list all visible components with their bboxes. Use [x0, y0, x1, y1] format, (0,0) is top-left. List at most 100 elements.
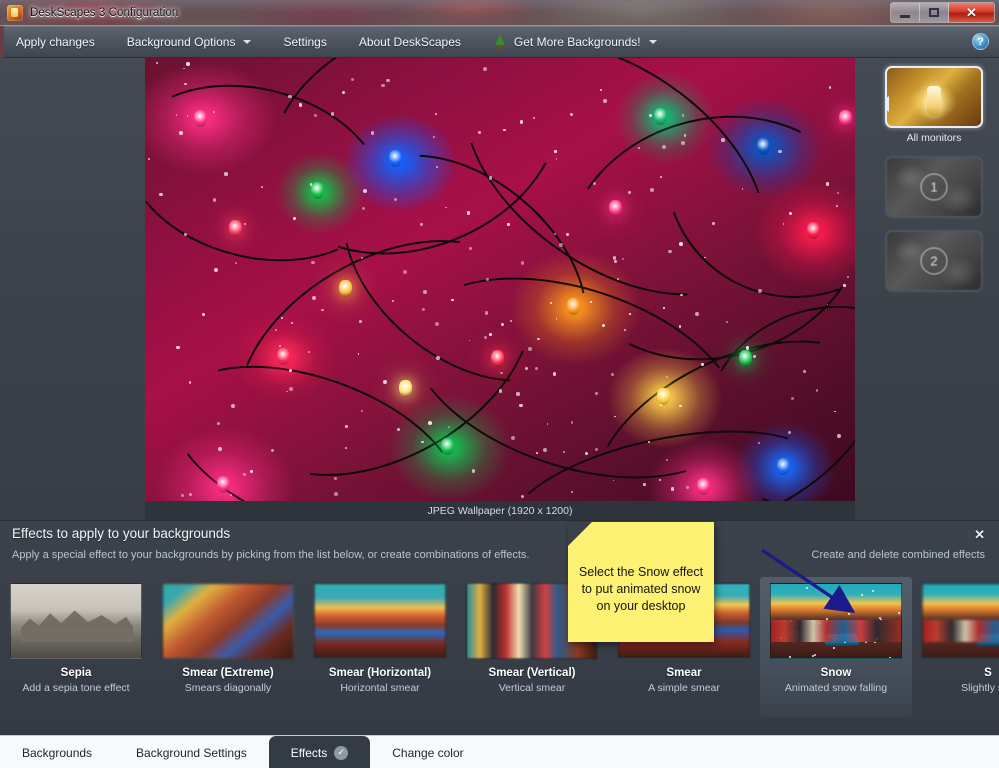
- tab-effects[interactable]: Effects ✓: [269, 736, 370, 768]
- snow-particle: [361, 257, 363, 259]
- snow-particle: [423, 290, 427, 294]
- snow-particle: [422, 308, 425, 311]
- christmas-light-bulb: [739, 350, 752, 367]
- snow-particle: [874, 641, 876, 643]
- monitor-thumb-1[interactable]: 1: [885, 156, 983, 218]
- snow-particle: [778, 150, 782, 154]
- christmas-light-bulb: [567, 298, 580, 315]
- effect-thumbnail: [10, 583, 142, 659]
- snow-particle: [156, 62, 158, 64]
- christmas-light-bulb: [757, 138, 770, 155]
- effect-thumbnail: [162, 583, 294, 659]
- snow-particle: [889, 657, 891, 659]
- tab-background-settings[interactable]: Background Settings: [114, 736, 269, 768]
- snow-particle: [595, 392, 598, 395]
- snow-particle: [183, 68, 185, 70]
- preview-area: JPEG Wallpaper (1920 x 1200) All monitor…: [0, 58, 999, 520]
- effect-description: Horizontal smear: [304, 682, 456, 694]
- menu-background-options[interactable]: Background Options: [111, 26, 268, 57]
- snow-particle: [484, 336, 487, 339]
- monitor-thumb-2[interactable]: 2: [885, 230, 983, 292]
- tab-label: Backgrounds: [22, 746, 92, 760]
- snow-particle: [261, 186, 263, 188]
- snow-particle: [758, 289, 762, 293]
- effect-description: Smears diagonally: [152, 682, 304, 694]
- menu-bar: Apply changes Background Options Setting…: [0, 26, 999, 58]
- snow-particle: [345, 425, 347, 427]
- menu-about-deskscapes-label: About DeskScapes: [359, 35, 461, 49]
- snow-particle: [176, 114, 178, 116]
- snow-particle: [281, 317, 283, 319]
- menu-settings[interactable]: Settings: [267, 26, 342, 57]
- snow-particle: [420, 223, 422, 225]
- monitor-all-label: All monitors: [878, 132, 990, 144]
- christmas-light-bulb: [194, 110, 207, 127]
- snow-particle: [547, 423, 549, 425]
- christmas-light-bulb: [311, 182, 324, 199]
- christmas-light-bulb: [839, 110, 852, 127]
- christmas-light-bulb: [229, 220, 242, 237]
- snow-particle: [478, 131, 481, 134]
- snow-particle: [826, 182, 829, 185]
- snow-particle: [684, 134, 687, 137]
- snow-particle: [244, 223, 246, 225]
- effect-card-s[interactable]: S Slightly soft: [912, 577, 999, 717]
- christmas-light-bulb: [777, 458, 790, 475]
- chevron-down-icon: [243, 40, 251, 44]
- tab-change-color[interactable]: Change color: [370, 736, 485, 768]
- snow-particle: [321, 309, 323, 311]
- effect-card-smear-extreme[interactable]: Smear (Extreme) Smears diagonally: [152, 577, 304, 717]
- close-button[interactable]: ✕: [949, 3, 994, 22]
- minimize-button[interactable]: [891, 3, 920, 22]
- tab-backgrounds[interactable]: Backgrounds: [0, 736, 114, 768]
- snow-particle: [176, 346, 179, 349]
- effects-panel-title: Effects to apply to your backgrounds: [12, 526, 230, 541]
- snow-particle: [489, 176, 492, 179]
- effect-card-sepia[interactable]: Sepia Add a sepia tone effect: [0, 577, 152, 717]
- snow-particle: [829, 86, 831, 88]
- snow-particle: [288, 95, 291, 98]
- menu-apply-changes[interactable]: Apply changes: [0, 26, 111, 57]
- snow-particle: [679, 242, 683, 246]
- snow-particle: [666, 376, 668, 378]
- effect-card-smear-horizontal[interactable]: Smear (Horizontal) Horizontal smear: [304, 577, 456, 717]
- snow-particle: [507, 223, 509, 225]
- snow-particle: [469, 247, 472, 250]
- christmas-light-bulb: [339, 280, 352, 297]
- snow-particle: [880, 619, 882, 621]
- sticky-note-fold: [568, 522, 592, 546]
- snow-particle: [537, 338, 540, 341]
- snow-particle: [643, 483, 646, 486]
- tab-label: Background Settings: [136, 746, 247, 760]
- help-button[interactable]: ?: [972, 33, 989, 50]
- snow-particle: [202, 313, 205, 316]
- snow-particle: [865, 641, 867, 643]
- snow-particle: [371, 131, 374, 134]
- snow-particle: [791, 631, 793, 633]
- snow-particle: [663, 307, 665, 309]
- menu-about-deskscapes[interactable]: About DeskScapes: [343, 26, 477, 57]
- close-effects-panel-icon[interactable]: ✕: [974, 527, 985, 543]
- effect-thumbnail: [314, 583, 446, 659]
- monitor-selection-panel: All monitors 1 2: [878, 66, 990, 292]
- snow-particle: [721, 138, 724, 141]
- effect-description: Vertical smear: [456, 682, 608, 694]
- selected-monitor-pointer: [885, 96, 889, 112]
- snow-particle: [334, 492, 338, 496]
- snow-particle: [394, 198, 397, 201]
- snow-particle: [876, 638, 878, 640]
- snow-particle: [816, 389, 819, 392]
- maximize-button[interactable]: [920, 3, 949, 22]
- christmas-light-bulb: [491, 350, 504, 367]
- effect-name: Smear: [608, 667, 760, 679]
- snow-particle: [421, 441, 424, 444]
- snow-particle: [312, 296, 316, 300]
- snow-particle: [403, 270, 407, 274]
- maximize-icon: [929, 8, 939, 17]
- snow-particle: [289, 387, 293, 391]
- snow-particle: [686, 486, 689, 489]
- monitor-thumb-all[interactable]: [885, 66, 983, 128]
- menu-get-more-backgrounds[interactable]: Get More Backgrounds!: [477, 26, 673, 57]
- wallpaper-preview[interactable]: [145, 58, 855, 501]
- christmas-light-bulb: [399, 380, 412, 397]
